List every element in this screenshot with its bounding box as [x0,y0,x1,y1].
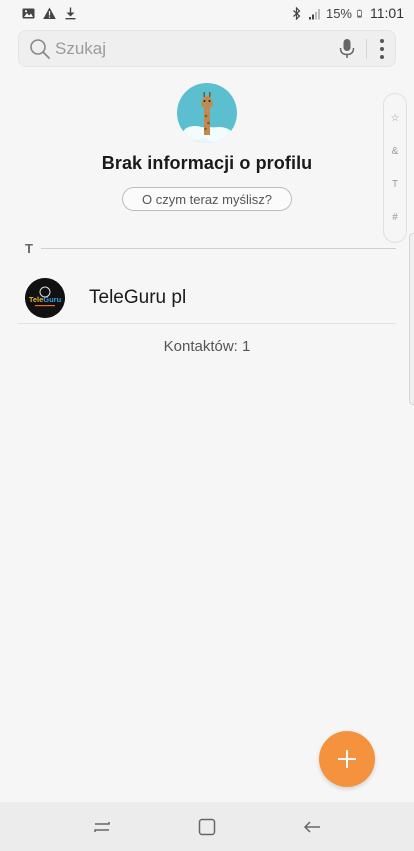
section-divider [41,248,396,249]
recent-apps-icon [94,821,111,832]
signal-icon [308,8,320,19]
warning-icon [43,7,56,19]
contact-name: TeleGuru pl [89,287,187,308]
microphone-icon[interactable] [338,38,356,60]
status-bar: 15% 11:01 [0,0,414,26]
teleguru-logo: TeleGuru [25,278,65,318]
plus-icon [338,750,356,768]
status-left-icons [22,7,77,20]
section-header-letter: T [25,241,33,256]
search-input[interactable] [55,38,338,59]
svg-text:TeleGuru: TeleGuru [29,295,62,304]
back-button[interactable] [292,807,332,847]
search-divider [366,38,367,59]
battery-percent: 15% [325,5,352,21]
profile-avatar[interactable] [177,83,237,143]
home-button[interactable] [187,807,227,847]
clock: 11:01 [370,5,404,21]
profile-title[interactable]: Brak informacji o profilu [0,153,414,174]
contact-avatar: TeleGuru [25,278,65,318]
bluetooth-icon [293,6,301,20]
search-icon [30,38,50,59]
contacts-count: Kontaktów: 1 [163,338,251,355]
status-prompt-button[interactable]: O czym teraz myślisz? [122,187,292,211]
add-contact-button[interactable] [319,731,375,787]
giraffe-avatar-image [177,83,237,143]
navigation-bar [0,802,414,851]
battery-icon [357,9,362,17]
contact-row[interactable]: TeleGuru TeleGuru pl [18,273,396,323]
index-ampersand[interactable]: & [392,146,399,157]
image-icon [22,8,35,18]
search-bar[interactable] [18,30,396,67]
index-scroller[interactable]: ☆ & T # [383,93,407,243]
back-arrow-icon [303,820,320,833]
recent-apps-button[interactable] [82,807,122,847]
scroll-handle[interactable] [409,233,414,405]
home-icon [198,818,216,835]
index-favorites[interactable]: ☆ [391,113,400,124]
status-right-icons: 15% 11:01 [290,5,404,21]
contact-row-divider [18,323,396,324]
index-letter-t[interactable]: T [392,179,398,190]
download-icon [65,7,76,19]
more-options-icon[interactable] [379,38,385,59]
index-hash[interactable]: # [392,212,398,223]
